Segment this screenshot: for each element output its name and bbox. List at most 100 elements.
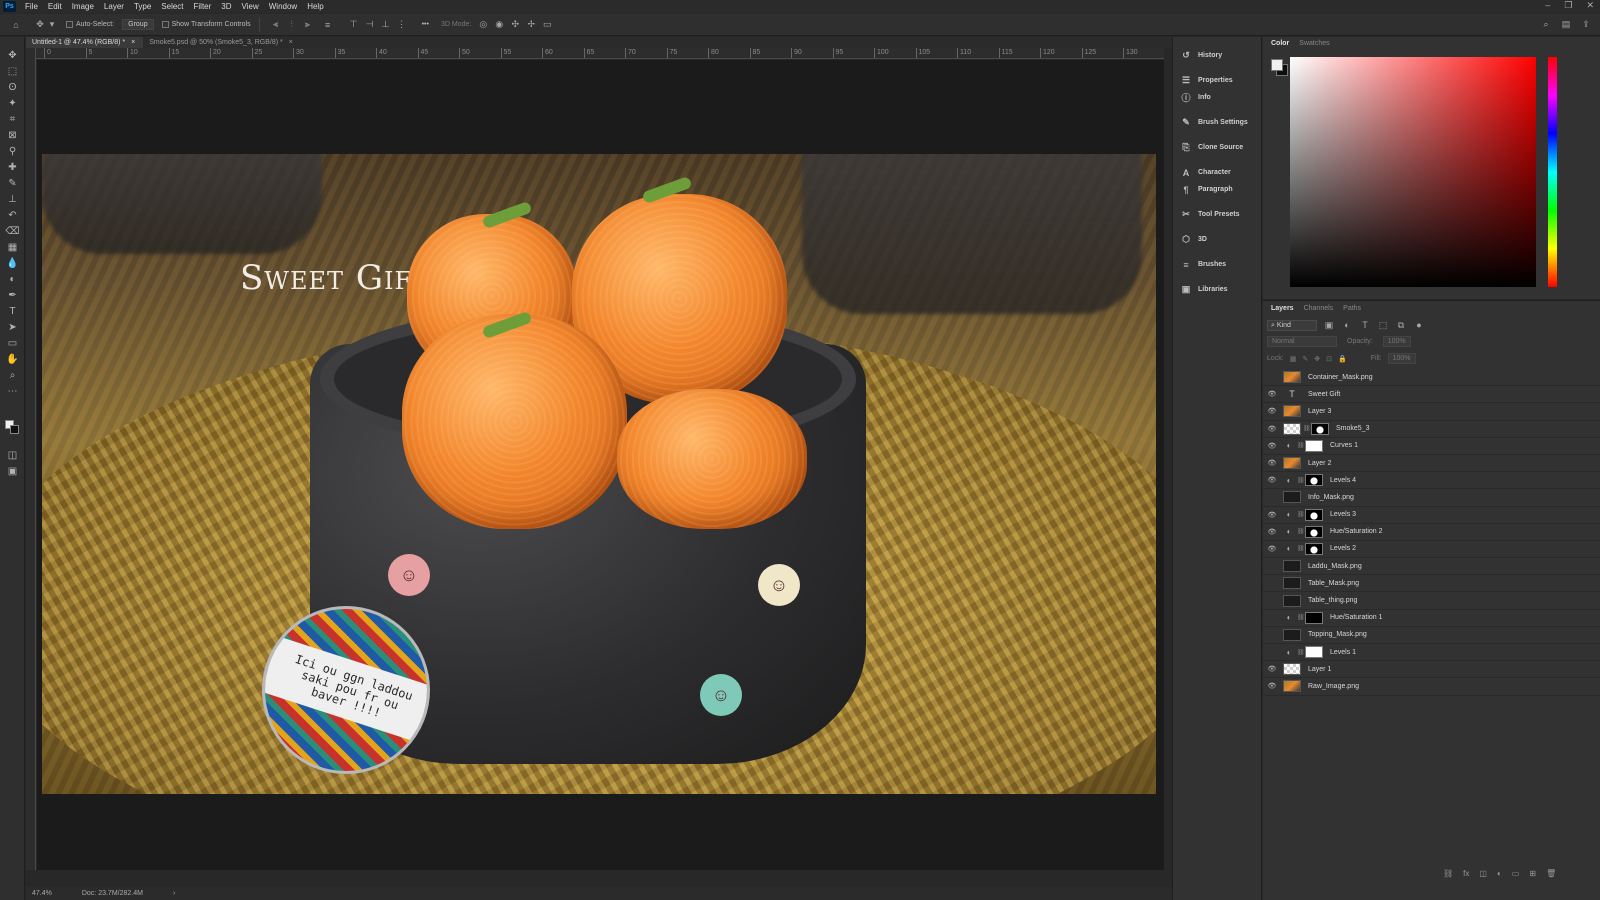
layer-row[interactable]: 👁 T Sweet Gift — [1263, 386, 1600, 404]
visibility-eye-icon[interactable]: 👁 — [1265, 545, 1279, 553]
filter-toggle-icon[interactable]: ● — [1413, 319, 1425, 331]
more-tools-icon[interactable]: ⋯ — [0, 383, 25, 399]
layer-row[interactable]: 👁 Layer 2 — [1263, 455, 1600, 473]
layer-row[interactable]: Topping_Mask.png — [1263, 627, 1600, 644]
panel-libraries[interactable]: ▣ Libraries — [1173, 281, 1261, 298]
mask-link-icon[interactable]: ⛓ — [1297, 528, 1305, 535]
menu-image[interactable]: Image — [67, 2, 99, 11]
layer-row[interactable]: 👁 ◐ ⛓ Levels 4 — [1263, 472, 1600, 490]
panel-character[interactable]: A Character — [1173, 164, 1261, 181]
smart-object-filter-icon[interactable]: ⧉ — [1395, 319, 1407, 331]
layer-mask-thumbnail[interactable] — [1305, 646, 1323, 659]
layer-mask-thumbnail[interactable] — [1305, 525, 1323, 538]
menu-window[interactable]: Window — [264, 2, 302, 11]
layer-row[interactable]: 👁 Layer 3 — [1263, 403, 1600, 421]
panel-history[interactable]: ↺ History — [1173, 47, 1261, 64]
tab-swatches[interactable]: Swatches — [1299, 40, 1329, 47]
pixel-filter-icon[interactable]: ▣ — [1323, 319, 1335, 331]
mask-link-icon[interactable]: ⛓ — [1297, 649, 1305, 656]
mask-link-icon[interactable]: ⛓ — [1297, 614, 1305, 621]
visibility-eye-icon[interactable]: 👁 — [1265, 425, 1279, 433]
menu-filter[interactable]: Filter — [189, 2, 217, 11]
mask-link-icon[interactable]: ⛓ — [1297, 545, 1305, 552]
eyedropper-tool-icon[interactable]: ⚲ — [0, 143, 25, 159]
search-icon[interactable]: ⌕ — [1540, 18, 1552, 30]
align-center-icon[interactable]: ⫶ — [286, 19, 298, 31]
layer-row[interactable]: Table_thing.png — [1263, 592, 1600, 610]
layer-mask-thumbnail[interactable] — [1305, 542, 1323, 555]
new-group-icon[interactable]: ▭ — [1512, 869, 1520, 878]
layer-row[interactable]: 👁 ◐ ⛓ Hue/Saturation 2 — [1263, 524, 1600, 541]
type-tool-icon[interactable]: T — [0, 303, 25, 319]
panel-paragraph[interactable]: ¶ Paragraph — [1173, 181, 1261, 198]
transform-controls-option[interactable]: Show Transform Controls — [161, 21, 251, 28]
tab-color[interactable]: Color — [1271, 40, 1289, 47]
status-menu-arrow[interactable]: › — [173, 890, 175, 897]
panel-info[interactable]: ⓘ Info — [1173, 89, 1261, 106]
history-brush-tool-icon[interactable]: ↶ — [0, 207, 25, 223]
menu-help[interactable]: Help — [302, 2, 328, 11]
lock-all-icon[interactable]: 🔒 — [1338, 355, 1347, 363]
layer-row[interactable]: Container_Mask.png — [1263, 369, 1600, 387]
pen-tool-icon[interactable]: ✒ — [0, 287, 25, 303]
menu-view[interactable]: View — [237, 2, 264, 11]
layer-thumbnail[interactable] — [1283, 680, 1301, 693]
layer-thumbnail[interactable] — [1283, 577, 1301, 590]
lock-transparency-icon[interactable]: ▦ — [1290, 355, 1297, 363]
tab-close-icon[interactable]: × — [289, 37, 293, 48]
align-bottom-icon[interactable]: ⊥ — [380, 19, 392, 31]
slide-3d-icon[interactable]: ✢ — [525, 19, 537, 31]
menu-layer[interactable]: Layer — [99, 2, 129, 11]
layer-mask-thumbnail[interactable] — [1305, 439, 1323, 452]
visibility-eye-icon[interactable]: 👁 — [1265, 665, 1279, 673]
mask-link-icon[interactable]: ⛓ — [1297, 442, 1305, 449]
lock-pixels-icon[interactable]: ✎ — [1302, 355, 1308, 363]
auto-select-option[interactable]: Auto-Select: — [66, 21, 114, 28]
lasso-tool-icon[interactable]: ʘ — [0, 79, 25, 95]
tab-paths[interactable]: Paths — [1343, 305, 1361, 312]
move-tool-icon[interactable]: ✥ — [34, 19, 46, 31]
layer-thumbnail[interactable] — [1283, 491, 1301, 504]
delete-layer-icon[interactable]: 🗑 — [1546, 869, 1556, 878]
auto-select-checkbox[interactable] — [66, 21, 73, 28]
visibility-eye-icon[interactable]: 👁 — [1265, 442, 1279, 450]
mask-link-icon[interactable]: ⛓ — [1297, 477, 1305, 484]
layer-thumbnail[interactable] — [1283, 422, 1301, 435]
layer-row[interactable]: 👁 ◐ ⛓ Levels 2 — [1263, 541, 1600, 559]
layer-style-icon[interactable]: fx — [1463, 869, 1469, 878]
new-adjustment-icon[interactable]: ◐ — [1497, 869, 1502, 878]
visibility-eye-icon[interactable]: 👁 — [1265, 682, 1279, 690]
rectangle-tool-icon[interactable]: ▭ — [0, 335, 25, 351]
align-left-icon[interactable]: ⫷ — [270, 19, 282, 31]
frame-tool-icon[interactable]: ⊠ — [0, 127, 25, 143]
clone-stamp-tool-icon[interactable]: ⊥ — [0, 191, 25, 207]
layer-row[interactable]: 👁 Layer 1 — [1263, 661, 1600, 679]
link-layers-icon[interactable]: ⛓ — [1443, 869, 1453, 878]
orbit-3d-icon[interactable]: ◎ — [477, 19, 489, 31]
layer-mask-thumbnail[interactable] — [1305, 508, 1323, 521]
healing-brush-tool-icon[interactable]: ✚ — [0, 159, 25, 175]
layer-thumbnail[interactable] — [1283, 663, 1301, 676]
menu-type[interactable]: Type — [129, 2, 156, 11]
panel-3d[interactable]: ⬡ 3D — [1173, 231, 1261, 248]
hue-slider[interactable] — [1548, 57, 1557, 287]
layer-thumbnail[interactable] — [1283, 560, 1301, 573]
panel-brush-settings[interactable]: ✎ Brush Settings — [1173, 114, 1261, 131]
workspace-icon[interactable]: ▤ — [1560, 18, 1572, 30]
eraser-tool-icon[interactable]: ⌫ — [0, 223, 25, 239]
home-icon[interactable]: ⌂ — [10, 19, 22, 31]
marquee-tool-icon[interactable]: ⬚ — [0, 63, 25, 79]
lock-position-icon[interactable]: ✥ — [1314, 355, 1320, 363]
shape-filter-icon[interactable]: ⬚ — [1377, 319, 1389, 331]
crop-tool-icon[interactable]: ⌗ — [0, 111, 25, 127]
layer-mask-thumbnail[interactable] — [1311, 422, 1329, 435]
layer-thumbnail[interactable] — [1283, 594, 1301, 607]
visibility-eye-icon[interactable]: 👁 — [1265, 511, 1279, 519]
gradient-tool-icon[interactable]: ▦ — [0, 239, 25, 255]
vertical-ruler[interactable] — [26, 48, 36, 870]
tab-untitled-1[interactable]: Untitled-1 @ 47.4% (RGB/8) * × — [26, 37, 144, 48]
horizontal-ruler[interactable]: 0 5 10 15 20 25 30 35 40 45 50 55 60 65 70 75 80 85 90 95 10… — [36, 48, 1164, 59]
canvas-area[interactable]: Sweet Gift ☺ ☺ ☺ Ici ou ggn laddou saki … — [37, 60, 1164, 870]
foreground-color-chip[interactable] — [1271, 59, 1283, 71]
transform-controls-checkbox[interactable] — [161, 21, 169, 28]
